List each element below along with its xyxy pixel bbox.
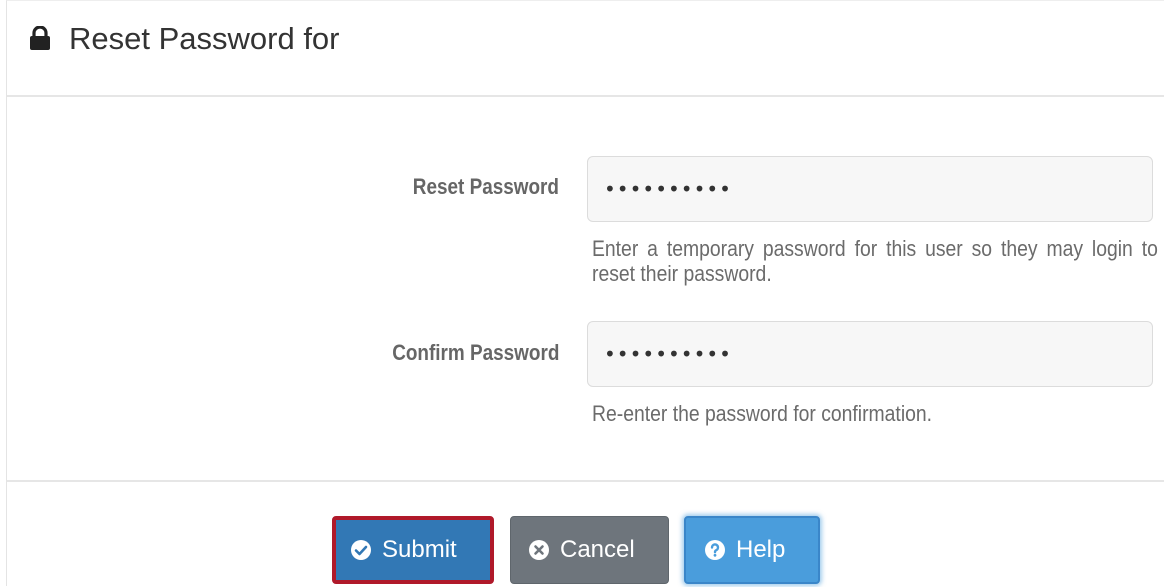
reset-password-panel: Reset Password for Reset Password Enter …: [6, 0, 1164, 586]
question-circle-icon: [705, 540, 725, 560]
help-button-label: Help: [736, 536, 786, 563]
cancel-button-label: Cancel: [560, 536, 635, 563]
page-title: Reset Password for: [69, 21, 340, 56]
reset-password-input[interactable]: [587, 156, 1153, 222]
cancel-button[interactable]: Cancel: [510, 516, 669, 584]
form-footer: Submit Cancel Help: [7, 480, 1164, 587]
panel-header: Reset Password for: [7, 1, 1164, 97]
confirm-password-input[interactable]: [587, 321, 1153, 387]
help-button[interactable]: Help: [684, 516, 820, 584]
reset-password-help-text: Enter a temporary password for this user…: [592, 236, 1158, 286]
check-circle-icon: [351, 540, 371, 560]
lock-icon: [30, 26, 50, 50]
times-circle-icon: [529, 540, 549, 560]
submit-button[interactable]: Submit: [332, 516, 494, 584]
confirm-password-help-text: Re-enter the password for confirmation.: [592, 401, 933, 426]
confirm-password-label: Confirm Password: [391, 340, 559, 365]
reset-password-label: Reset Password: [412, 174, 559, 199]
submit-button-label: Submit: [382, 536, 457, 563]
